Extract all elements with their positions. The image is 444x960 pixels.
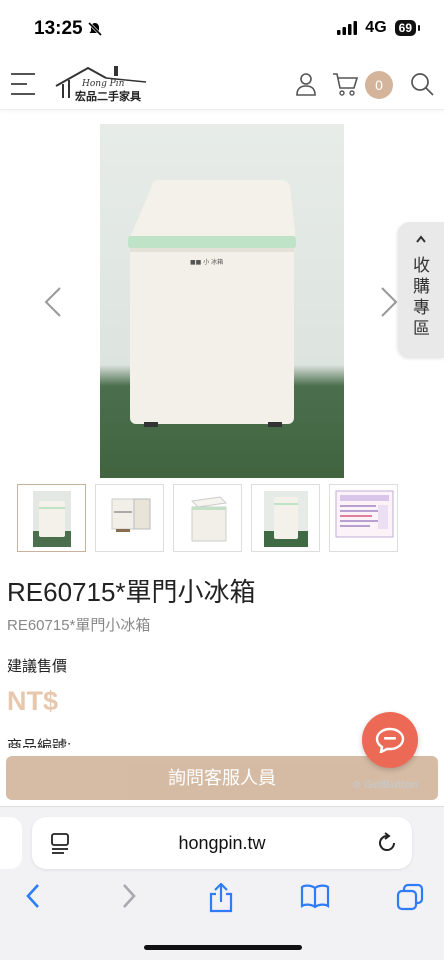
status-right: 4G 69 <box>337 19 421 37</box>
signal-icon <box>337 21 358 35</box>
home-indicator[interactable] <box>144 945 302 950</box>
status-time-text: 13:25 <box>34 18 83 39</box>
cart-icon[interactable] <box>332 72 360 96</box>
product-main-image[interactable]: ■■ 小 冰箱 <box>100 124 344 478</box>
logo-text: 宏品二手家具 <box>75 89 141 103</box>
thumbnail-1[interactable] <box>17 484 86 552</box>
browser-toolbar <box>0 879 444 919</box>
product-code-label: 商品編號: <box>7 738 72 748</box>
bell-muted-icon <box>87 21 102 37</box>
search-icon[interactable] <box>410 72 434 96</box>
status-time: 13:25 <box>34 18 103 40</box>
reload-icon[interactable] <box>376 832 398 854</box>
site-logo[interactable]: Hong Pin 宏品二手家具 <box>54 62 148 104</box>
share-icon[interactable] <box>208 883 234 913</box>
getbutton-text: GetButton <box>364 779 419 791</box>
logo-sub-text: Hong Pin <box>81 79 125 89</box>
purchase-zone-label: 收購專區 <box>410 256 429 340</box>
gallery-prev-arrow[interactable] <box>42 286 62 318</box>
user-icon[interactable] <box>295 72 317 96</box>
bookmarks-icon[interactable] <box>300 883 330 909</box>
product-subtitle: RE60715*單門小冰箱 <box>7 617 151 634</box>
chat-bubble-icon <box>375 727 405 753</box>
previous-tab-card[interactable] <box>0 817 22 869</box>
url-text[interactable]: hongpin.tw <box>32 833 412 854</box>
getbutton-icon: ⊙ <box>352 779 362 791</box>
product-title: RE60715*單門小冰箱 <box>7 577 256 607</box>
site-header: Hong Pin 宏品二手家具 0 <box>0 58 444 110</box>
tabs-icon[interactable] <box>396 883 424 911</box>
network-label: 4G <box>365 19 387 36</box>
cart-count-badge[interactable]: 0 <box>365 71 393 99</box>
svg-text:■■ 小 冰箱: ■■ 小 冰箱 <box>190 258 223 266</box>
thumbnail-4[interactable] <box>251 484 320 552</box>
battery-icon: 69 <box>394 20 421 36</box>
chevron-up-icon <box>416 235 426 243</box>
purchase-zone-tab[interactable]: 收購專區 <box>398 222 444 358</box>
fridge-photo: ■■ 小 冰箱 <box>128 180 296 427</box>
browser-chrome: hongpin.tw <box>0 806 444 960</box>
back-icon[interactable] <box>24 883 42 909</box>
address-bar[interactable]: hongpin.tw <box>32 817 412 869</box>
price-label: 建議售價 <box>7 658 68 675</box>
thumbnail-5[interactable] <box>329 484 398 552</box>
thumbnail-strip <box>17 484 398 552</box>
status-bar: 13:25 4G 69 <box>0 0 444 58</box>
menu-icon[interactable] <box>11 73 35 95</box>
gallery-next-arrow[interactable] <box>380 286 400 318</box>
chat-button[interactable] <box>362 712 418 768</box>
thumbnail-2[interactable] <box>95 484 164 552</box>
product-price: NT$ <box>7 686 59 716</box>
forward-icon[interactable] <box>120 883 138 909</box>
thumbnail-3[interactable] <box>173 484 242 552</box>
getbutton-credit: ⊙ GetButton <box>352 778 418 791</box>
